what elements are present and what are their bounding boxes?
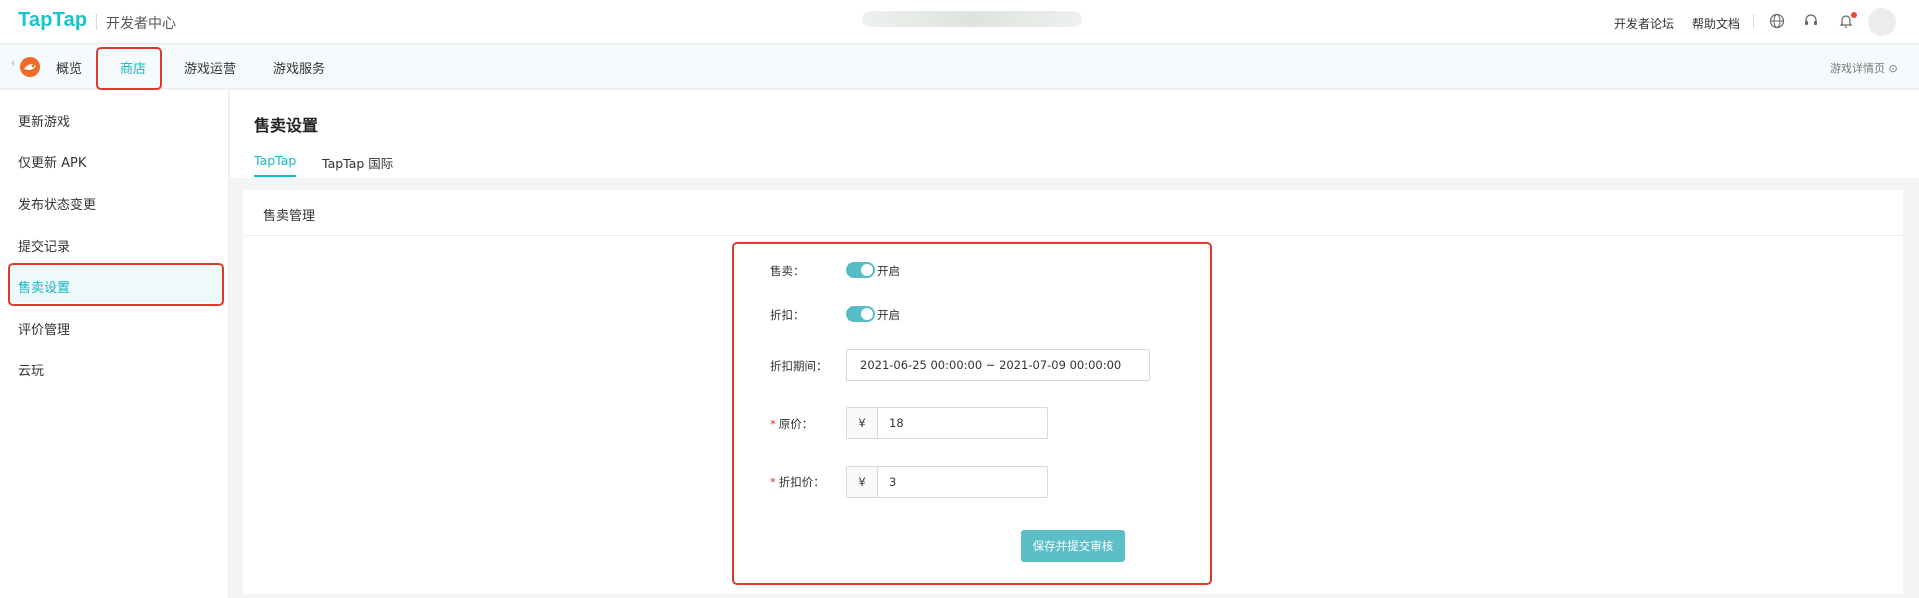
tab-game-services[interactable]: 游戏服务 bbox=[273, 58, 325, 77]
user-avatar[interactable] bbox=[1868, 8, 1896, 36]
store-tab-highlight bbox=[96, 47, 162, 90]
logo-divider bbox=[96, 14, 97, 30]
card-header: 售卖管理 bbox=[243, 190, 1903, 236]
taptap-logo[interactable]: TapTap bbox=[18, 9, 87, 32]
globe-icon[interactable] bbox=[1768, 12, 1786, 30]
sidebar-item-review-management[interactable]: 评价管理 bbox=[18, 319, 70, 338]
sales-settings-highlight bbox=[8, 263, 224, 306]
developer-center-title: 开发者中心 bbox=[106, 16, 176, 32]
sidebar-item-submission-records[interactable]: 提交记录 bbox=[18, 236, 70, 255]
game-navbar: ‹ 概览 商店 游戏运营 游戏服务 游戏详情页 ⊙ bbox=[0, 45, 1919, 89]
tab-taptap[interactable]: TapTap bbox=[254, 153, 296, 168]
circle-info-icon: ⊙ bbox=[1888, 62, 1898, 75]
game-detail-link[interactable]: 游戏详情页 ⊙ bbox=[1830, 60, 1898, 76]
header-divider bbox=[1753, 14, 1754, 28]
sidebar-item-cloud-play[interactable]: 云玩 bbox=[18, 360, 44, 379]
game-detail-link-label: 游戏详情页 bbox=[1830, 62, 1885, 75]
page-title: 售卖设置 bbox=[254, 116, 319, 135]
top-header: TapTap 开发者中心 开发者论坛 帮助文档 bbox=[0, 0, 1919, 44]
help-docs-link[interactable]: 帮助文档 bbox=[1692, 15, 1740, 32]
form-highlight bbox=[732, 242, 1212, 585]
notification-dot bbox=[1851, 12, 1857, 18]
tab-taptap-international[interactable]: TapTap 国际 bbox=[322, 153, 393, 172]
sidebar-item-update-game[interactable]: 更新游戏 bbox=[18, 111, 70, 130]
blurred-search-area bbox=[862, 11, 1082, 27]
game-icon[interactable] bbox=[20, 57, 40, 77]
developer-forum-link[interactable]: 开发者论坛 bbox=[1614, 15, 1674, 32]
back-arrow-icon[interactable]: ‹ bbox=[11, 58, 15, 69]
active-tab-underline bbox=[254, 175, 296, 177]
tab-overview[interactable]: 概览 bbox=[56, 58, 82, 77]
tab-game-operations[interactable]: 游戏运营 bbox=[184, 58, 236, 77]
sidebar-item-update-apk[interactable]: 仅更新 APK bbox=[18, 152, 86, 171]
card-title: 售卖管理 bbox=[263, 209, 316, 224]
headset-icon[interactable] bbox=[1802, 12, 1820, 30]
sidebar-item-release-status[interactable]: 发布状态变更 bbox=[18, 194, 96, 213]
page-header bbox=[230, 90, 1919, 178]
